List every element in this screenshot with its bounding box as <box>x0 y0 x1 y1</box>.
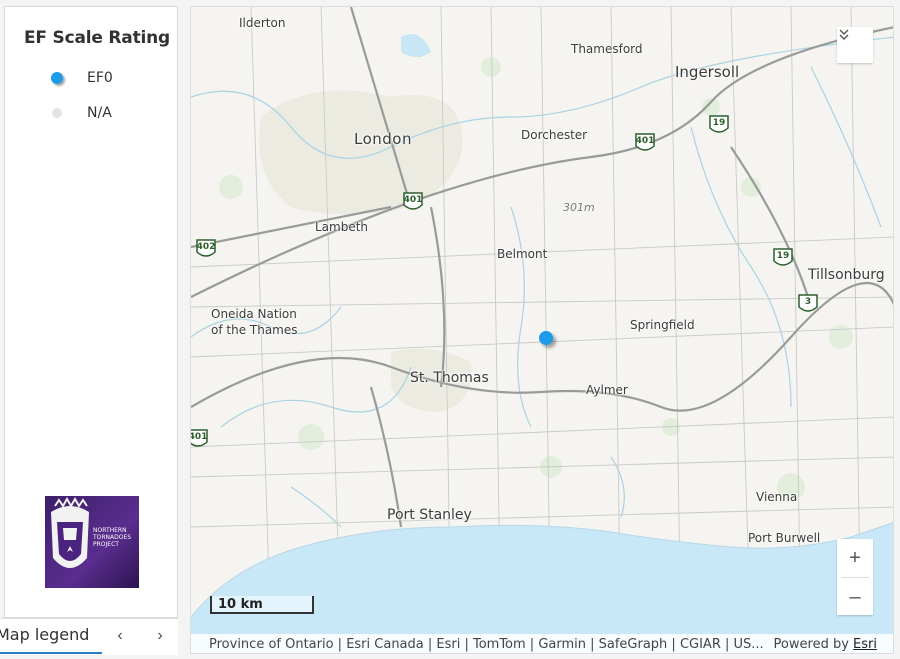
place-label: Ilderton <box>239 16 286 30</box>
scale-label: 10 km <box>218 597 263 612</box>
elevation-label: 301m <box>563 201 595 214</box>
map-view[interactable]: 401 401 19 402 19 3 401 Ilderton Thamesf… <box>190 6 894 654</box>
legend-panel: EF Scale Rating EF0 N/A NORTHERN TORNADO… <box>4 6 178 618</box>
legend-item-ef0: EF0 <box>51 67 113 89</box>
highway-shield-icon: 401 <box>191 428 209 450</box>
ef0-symbol <box>51 72 63 84</box>
highway-shield-icon: 401 <box>634 132 656 154</box>
northern-tornadoes-logo: NORTHERN TORNADOES PROJECT <box>45 496 139 588</box>
na-symbol <box>52 108 62 118</box>
highway-shield-icon: 19 <box>708 114 730 136</box>
scale-bar: 10 km <box>210 596 314 614</box>
place-label: Port Burwell <box>748 531 821 545</box>
place-label: Aylmer <box>586 383 628 397</box>
place-label: Vienna <box>756 490 798 504</box>
attribution-bar: Province of Ontario | Esri Canada | Esri… <box>191 634 893 653</box>
legend-item-na: N/A <box>51 102 112 124</box>
logo-text: NORTHERN TORNADOES PROJECT <box>93 527 132 548</box>
place-label: London <box>354 130 412 148</box>
zoom-out-button[interactable]: – <box>837 578 873 616</box>
place-label: Port Stanley <box>387 507 472 523</box>
place-label: of the Thames <box>211 323 298 337</box>
chevron-left-icon[interactable]: ‹ <box>110 626 130 646</box>
highway-shield-icon: 401 <box>402 191 424 213</box>
attribution-text[interactable]: Province of Ontario | Esri Canada | Esri… <box>209 634 764 653</box>
esri-link[interactable]: Esri <box>853 637 877 652</box>
place-label: Thamesford <box>571 42 643 56</box>
highway-shield-icon: 19 <box>772 247 794 269</box>
legend-item-label: N/A <box>87 105 112 121</box>
tornado-location-marker[interactable] <box>539 331 553 345</box>
powered-by: Powered by Esri <box>773 637 877 652</box>
place-label: Springfield <box>630 318 695 332</box>
active-tab-indicator <box>0 652 102 654</box>
highway-shield-icon: 3 <box>797 293 819 315</box>
chevrons-down-icon[interactable] <box>837 27 873 63</box>
panel-tab-bar: Map legend ‹ › <box>0 618 178 655</box>
place-label: St. Thomas <box>410 370 489 386</box>
legend-title: EF Scale Rating <box>24 28 170 48</box>
tab-map-legend[interactable]: Map legend <box>0 625 89 644</box>
legend-item-label: EF0 <box>87 70 113 86</box>
place-label: Ingersoll <box>675 63 740 81</box>
highway-shield-icon: 402 <box>195 238 217 260</box>
place-label: Tillsonburg <box>808 267 885 283</box>
place-label: Dorchester <box>521 128 588 142</box>
chevron-right-icon[interactable]: › <box>150 626 170 646</box>
place-label: Belmont <box>497 247 548 261</box>
zoom-in-button[interactable]: + <box>837 539 873 577</box>
place-label: Lambeth <box>315 220 369 234</box>
place-label: Oneida Nation <box>211 307 297 321</box>
zoom-controls: + – <box>837 539 873 615</box>
